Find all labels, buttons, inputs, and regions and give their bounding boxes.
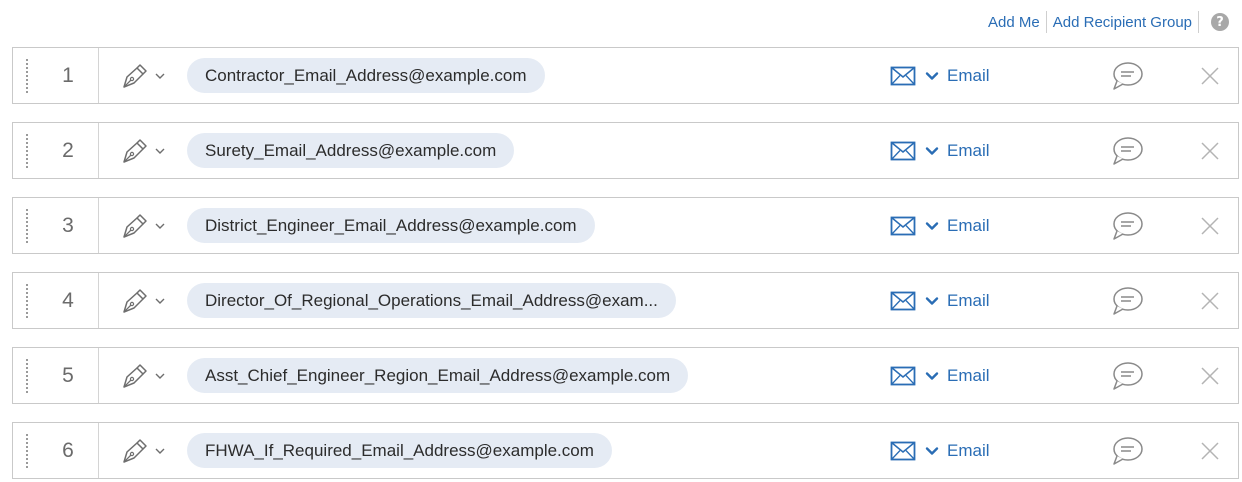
recipient-email-field[interactable]: Contractor_Email_Address@example.com [187, 58, 545, 93]
role-selector[interactable] [120, 137, 168, 165]
signer-pen-icon [123, 364, 147, 388]
chevron-down-icon [155, 448, 165, 454]
recipient-email-field[interactable]: FHWA_If_Required_Email_Address@example.c… [187, 433, 612, 468]
envelope-icon [890, 141, 916, 161]
delivery-method-selector[interactable]: Email [890, 288, 990, 314]
chevron-down-icon [155, 373, 165, 379]
signer-pen-icon [123, 214, 147, 238]
recipient-order-number: 4 [62, 288, 74, 312]
help-icon[interactable]: ? [1211, 13, 1229, 31]
private-message-icon[interactable] [1110, 360, 1144, 392]
envelope-icon [890, 366, 916, 386]
row-divider [98, 48, 99, 103]
delivery-method-selector[interactable]: Email [890, 438, 990, 464]
recipient-email-field[interactable]: Director_Of_Regional_Operations_Email_Ad… [187, 283, 676, 318]
delivery-method-label: Email [947, 141, 990, 160]
recipient-order-number: 1 [62, 63, 74, 87]
chevron-down-icon [925, 372, 939, 380]
remove-recipient-icon[interactable] [1198, 364, 1222, 388]
recipient-toolbar: Add Me Add Recipient Group ? [988, 10, 1229, 34]
delivery-method-selector[interactable]: Email [890, 63, 990, 89]
toolbar-divider [1198, 11, 1199, 33]
private-message-icon[interactable] [1110, 60, 1144, 92]
private-message-icon[interactable] [1110, 135, 1144, 167]
role-selector[interactable] [120, 62, 168, 90]
private-message-icon[interactable] [1110, 285, 1144, 317]
delivery-method-label: Email [947, 441, 990, 460]
remove-recipient-icon[interactable] [1198, 139, 1222, 163]
private-message-icon[interactable] [1110, 210, 1144, 242]
recipient-row: 3 District_Engineer_Email_Address@exampl… [12, 197, 1239, 254]
row-divider [98, 273, 99, 328]
delivery-method-label: Email [947, 291, 990, 310]
chevron-down-icon [925, 447, 939, 455]
recipient-order-number: 2 [62, 138, 74, 162]
envelope-icon [890, 216, 916, 236]
private-message-icon[interactable] [1110, 435, 1144, 467]
chevron-down-icon [155, 148, 165, 154]
chevron-down-icon [155, 223, 165, 229]
recipient-row: 4 Director_Of_Regional_Operations_Email_… [12, 272, 1239, 329]
delivery-method-label: Email [947, 66, 990, 85]
recipient-email-field[interactable]: District_Engineer_Email_Address@example.… [187, 208, 595, 243]
drag-handle-icon[interactable] [26, 209, 32, 243]
drag-handle-icon[interactable] [26, 59, 32, 93]
signer-pen-icon [123, 64, 147, 88]
row-divider [98, 348, 99, 403]
delivery-method-label: Email [947, 366, 990, 385]
remove-recipient-icon[interactable] [1198, 64, 1222, 88]
row-divider [98, 423, 99, 478]
recipient-row: 5 Asst_Chief_Engineer_Region_Email_Addre… [12, 347, 1239, 404]
envelope-icon [890, 291, 916, 311]
envelope-icon [890, 66, 916, 86]
delivery-method-selector[interactable]: Email [890, 138, 990, 164]
delivery-method-selector[interactable]: Email [890, 363, 990, 389]
role-selector[interactable] [120, 212, 168, 240]
recipient-row: 6 FHWA_If_Required_Email_Address@example… [12, 422, 1239, 479]
drag-handle-icon[interactable] [26, 359, 32, 393]
chevron-down-icon [925, 297, 939, 305]
chevron-down-icon [925, 147, 939, 155]
recipient-order-number: 5 [62, 363, 74, 387]
toolbar-divider [1045, 11, 1047, 33]
signer-pen-icon [123, 289, 147, 313]
recipient-order-number: 6 [62, 438, 74, 462]
chevron-down-icon [155, 73, 165, 79]
signer-pen-icon [123, 439, 147, 463]
role-selector[interactable] [120, 362, 168, 390]
signer-pen-icon [123, 139, 147, 163]
role-selector[interactable] [120, 287, 168, 315]
recipient-order-number: 3 [62, 213, 74, 237]
drag-handle-icon[interactable] [26, 434, 32, 468]
chevron-down-icon [925, 222, 939, 230]
delivery-method-label: Email [947, 216, 990, 235]
add-recipient-group-link[interactable]: Add Recipient Group [1053, 14, 1192, 31]
drag-handle-icon[interactable] [26, 134, 32, 168]
recipient-row: 2 Surety_Email_Address@example.com Email [12, 122, 1239, 179]
row-divider [98, 198, 99, 253]
remove-recipient-icon[interactable] [1198, 289, 1222, 313]
row-divider [98, 123, 99, 178]
recipient-email-field[interactable]: Surety_Email_Address@example.com [187, 133, 515, 168]
chevron-down-icon [925, 72, 939, 80]
chevron-down-icon [155, 298, 165, 304]
role-selector[interactable] [120, 437, 168, 465]
add-me-link[interactable]: Add Me [988, 14, 1040, 31]
delivery-method-selector[interactable]: Email [890, 213, 990, 239]
recipient-email-field[interactable]: Asst_Chief_Engineer_Region_Email_Address… [187, 358, 689, 393]
recipient-row: 1 Contractor_Email_Address@example.com E… [12, 47, 1239, 104]
remove-recipient-icon[interactable] [1198, 439, 1222, 463]
drag-handle-icon[interactable] [26, 284, 32, 318]
envelope-icon [890, 441, 916, 461]
remove-recipient-icon[interactable] [1198, 214, 1222, 238]
